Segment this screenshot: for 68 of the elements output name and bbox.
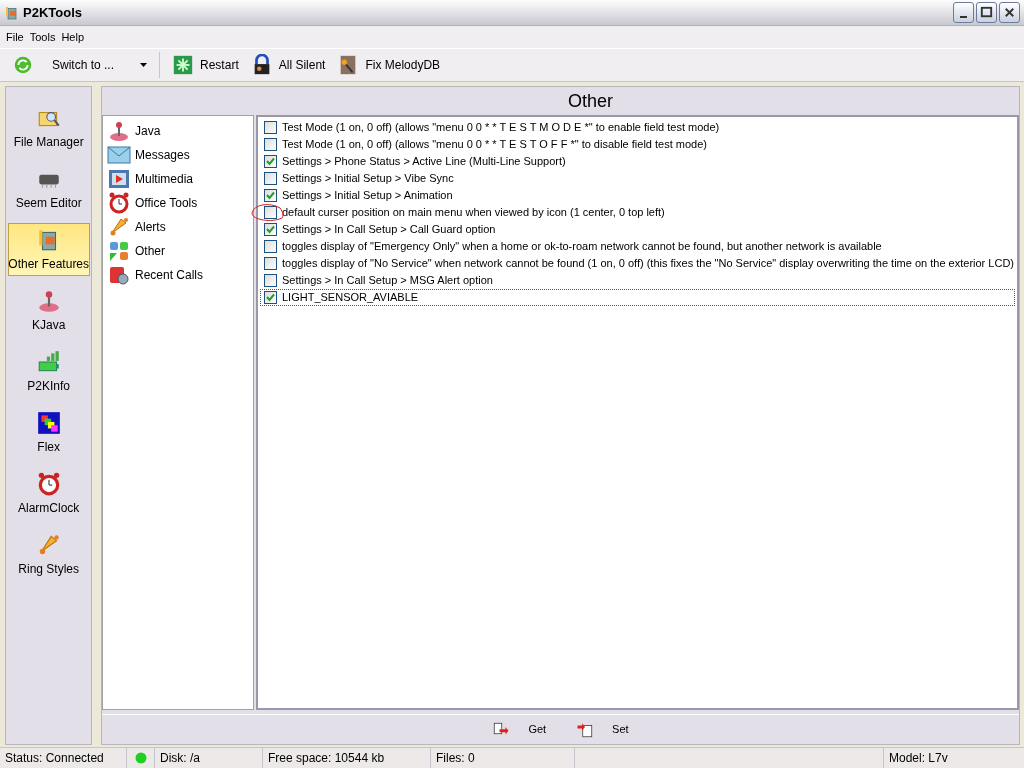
category-item[interactable]: Alerts	[107, 216, 249, 238]
sidebar-item[interactable]: Other Features	[7, 223, 90, 276]
category-item[interactable]: Messages	[107, 144, 249, 166]
tiles-icon	[107, 239, 131, 263]
setting-label: toggles display of "Emergency Only" when a home or ok-to-roam network cannot be found, but another network is available	[282, 239, 882, 255]
close-button[interactable]	[999, 2, 1020, 23]
checkbox[interactable]	[264, 172, 277, 185]
menu-item[interactable]: Tools	[26, 28, 59, 46]
dropdown-button[interactable]: Switch to ...	[8, 52, 152, 78]
model-text: Model: L7v	[889, 750, 948, 767]
envelope-icon	[107, 143, 131, 167]
sidebar-item[interactable]: Ring Styles	[7, 528, 90, 581]
free-space-text: Free space: 10544 kb	[268, 750, 385, 767]
setting-label: Settings > Initial Setup > Animation	[282, 188, 453, 204]
checkbox[interactable]	[264, 189, 277, 202]
setting-label: Settings > Phone Status > Active Line (Multi-Line Support)	[282, 154, 566, 170]
files-text: Files: 0	[436, 750, 475, 767]
maximize-button[interactable]	[976, 2, 997, 23]
maximize-icon	[979, 5, 994, 20]
play-icon	[107, 167, 131, 191]
checkbox[interactable]	[264, 121, 277, 134]
menu-item[interactable]: File	[3, 28, 27, 46]
joystick-icon	[107, 119, 131, 143]
menu-item[interactable]: Help	[58, 28, 88, 46]
setting-label: toggles display of "No Service" when network cannot be found (1 on, 0 off) (this fixes the "No Service" display overwriting the time on the exterior LCD)	[282, 256, 1014, 272]
burst-icon	[172, 54, 195, 76]
category-item[interactable]: Recent Calls	[107, 264, 249, 286]
section-title: Other	[568, 89, 613, 113]
sidebar-item[interactable]: AlarmClock	[7, 467, 90, 520]
action-button[interactable]: Set	[574, 720, 631, 739]
setting-label: Settings > In Call Setup > Call Guard option	[282, 222, 496, 238]
toolbar-button[interactable]: Fix MelodyDB	[333, 52, 445, 78]
minimize-button[interactable]	[953, 2, 974, 23]
checkbox[interactable]	[264, 206, 277, 219]
sidebar-item[interactable]: Flex	[7, 406, 90, 459]
setting-label: default curser position on main menu when viewed by icon (1 center, 0 top left)	[282, 205, 665, 221]
sidebar-item[interactable]: P2KInfo	[7, 345, 90, 398]
checkbox[interactable]	[264, 138, 277, 151]
setting-label: Settings > Initial Setup > Vibe Sync	[282, 171, 454, 187]
minimize-icon	[960, 15, 967, 18]
category-item[interactable]: Multimedia	[107, 168, 249, 190]
action-button[interactable]: Get	[490, 720, 549, 739]
sidebar-item[interactable]: KJava	[7, 284, 90, 337]
alarm-clock-icon	[107, 191, 131, 215]
caret-icon	[140, 63, 148, 67]
category-item[interactable]: Other	[107, 240, 249, 262]
setting-label: Test Mode (1 on, 0 off) (allows "menu 0 0 * * T E S T O F F *" to disable field test mode)	[282, 137, 707, 153]
category-item[interactable]: Java	[107, 120, 249, 142]
toolbar-button[interactable]: All Silent	[246, 52, 330, 78]
category-item[interactable]: Office Tools	[107, 192, 249, 214]
close-icon	[1002, 5, 1017, 20]
disk-text: Disk: /a	[160, 750, 200, 767]
status-text: Status: Connected	[5, 750, 104, 767]
setting-label: Settings > In Call Setup > MSG Alert option	[282, 273, 493, 289]
color-squares-icon	[35, 410, 62, 436]
sidebar-item[interactable]: Seem Editor	[7, 162, 90, 215]
checkbox[interactable]	[264, 257, 277, 270]
checkbox[interactable]	[264, 240, 277, 253]
setting-label: LIGHT_SENSOR_AVIABLE	[282, 290, 419, 306]
arrows-icon	[12, 54, 34, 76]
toolbar-button[interactable]: Restart	[168, 52, 243, 78]
checkbox[interactable]	[264, 223, 277, 236]
checkbox[interactable]	[264, 291, 277, 304]
sidebar-item[interactable]: File Manager	[7, 101, 90, 154]
window-title: P2KTools	[23, 3, 82, 22]
checkbox[interactable]	[264, 155, 277, 168]
checkbox[interactable]	[264, 274, 277, 287]
setting-label: Test Mode (1 on, 0 off) (allows "menu 0 0 * * T E S T M O D E *" to enable field test mode)	[282, 120, 720, 136]
